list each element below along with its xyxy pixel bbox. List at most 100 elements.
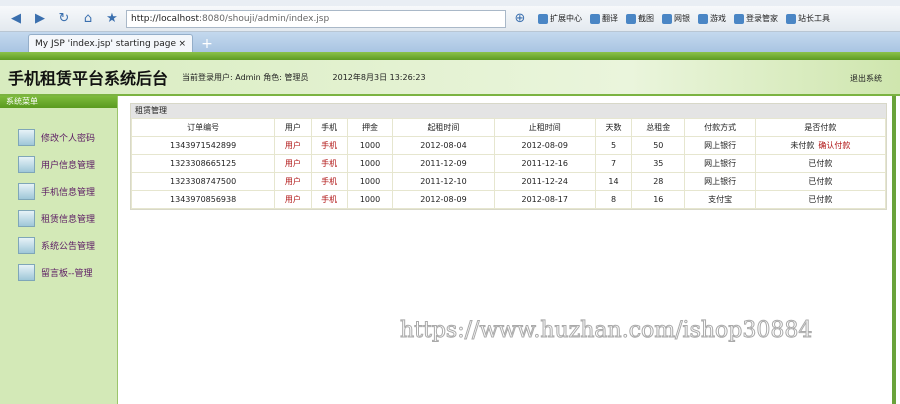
paid-status: 已付款 <box>808 195 833 204</box>
phone-link[interactable]: 手机 <box>321 159 337 168</box>
user-info: 当前登录用户: Admin 角色: 管理员 <box>182 72 309 82</box>
cell-user: 用户 <box>274 154 312 173</box>
sidebar-item-notices[interactable]: 系统公告管理 <box>18 232 117 259</box>
refresh-icon[interactable]: ↻ <box>54 10 74 28</box>
rental-table: 订单编号 用户 手机 押金 起租时间 止租时间 天数 总租金 付款方式 是否付款 13439715… <box>130 118 887 209</box>
table-row: 1343970856938 用户 手机 1000 2012-08-09 2012-08-1… <box>130 190 887 209</box>
user-link[interactable]: 用户 <box>285 141 301 150</box>
sidebar-item-rentals[interactable]: 租赁信息管理 <box>18 205 117 232</box>
forward-icon[interactable]: ▶ <box>30 10 50 28</box>
column-header: 订单编号 <box>130 118 276 137</box>
user-icon <box>18 129 35 146</box>
address-bar[interactable]: http://localhost:8080/shouji/admin/index… <box>126 9 506 28</box>
cell-days: 7 <box>594 154 633 173</box>
home-icon[interactable]: ⌂ <box>78 10 98 28</box>
cell-days: 5 <box>594 136 633 155</box>
back-icon[interactable]: ◀ <box>6 10 26 28</box>
datetime: 2012年8月3日 13:26:23 <box>332 72 426 82</box>
table-row: 1323308747500 用户 手机 1000 2011-12-10 2011-12-2… <box>130 172 887 191</box>
phone-link[interactable]: 手机 <box>321 177 337 186</box>
cell-phone: 手机 <box>310 154 348 173</box>
user-icon <box>18 156 35 173</box>
tab-bar: My JSP 'index.jsp' starting page × + <box>0 32 900 52</box>
paid-status: 未付款 <box>790 141 815 150</box>
column-header: 止租时间 <box>493 118 596 137</box>
cell-paid: 已付款 <box>754 190 887 209</box>
sidebar-heading: 系统菜单 <box>0 96 117 108</box>
page-title: 手机租赁平台系统后台 <box>8 69 169 88</box>
sidebar: 系统菜单 修改个人密码 用户信息管理 手机信息管理 租赁信息管理 系统公告管理 … <box>0 96 118 404</box>
rental-panel: 租赁管理 订单编号 用户 手机 押金 起租时间 止租时间 天数 总租金 付款方式 是否付款 134… <box>130 103 887 210</box>
user-icon <box>18 237 35 254</box>
url-path: :8080/shouji/admin/index.jsp <box>198 13 330 24</box>
cell-paid: 未付款 确认付款 <box>754 136 887 155</box>
column-header: 押金 <box>346 118 394 137</box>
shield-icon[interactable]: ⊕ <box>510 10 530 28</box>
close-icon[interactable]: × <box>178 39 186 49</box>
cell-user: 用户 <box>274 190 312 209</box>
sidebar-item-phones[interactable]: 手机信息管理 <box>18 178 117 205</box>
cell-days: 8 <box>594 190 633 209</box>
paid-status: 已付款 <box>808 177 833 186</box>
cell-phone: 手机 <box>310 190 348 209</box>
tool-games[interactable]: 游戏 <box>698 13 726 24</box>
table-row: 1343971542899 用户 手机 1000 2012-08-04 2012-08-0… <box>130 136 887 155</box>
cell-method: 支付宝 <box>684 190 756 209</box>
cell-total: 35 <box>631 154 686 173</box>
cell-user: 用户 <box>274 136 312 155</box>
tool-webmaster[interactable]: 站长工具 <box>786 13 830 24</box>
cell-total: 28 <box>631 172 686 191</box>
tool-extensions[interactable]: 扩展中心 <box>538 13 582 24</box>
table-row: 1323308665125 用户 手机 1000 2011-12-09 2011-12-1… <box>130 154 887 173</box>
paid-status: 已付款 <box>808 159 833 168</box>
phone-link[interactable]: 手机 <box>321 141 337 150</box>
browser-toolbar: ◀ ▶ ↻ ⌂ ★ http://localhost:8080/shouji/a… <box>0 6 900 32</box>
app-header: 手机租赁平台系统后台 当前登录用户: Admin 角色: 管理员 2012年8月… <box>0 60 900 96</box>
cell-deposit: 1000 <box>346 190 394 209</box>
sidebar-item-password[interactable]: 修改个人密码 <box>18 124 117 151</box>
url-host: http://localhost <box>131 13 199 24</box>
tool-banking[interactable]: 网银 <box>662 13 690 24</box>
cell-days: 14 <box>594 172 633 191</box>
confirm-payment-link[interactable]: 确认付款 <box>818 141 850 150</box>
cell-end: 2011-12-24 <box>493 172 596 191</box>
cell-end: 2012-08-17 <box>493 190 596 209</box>
tool-screenshot[interactable]: 截图 <box>626 13 654 24</box>
phone-link[interactable]: 手机 <box>321 195 337 204</box>
cell-user: 用户 <box>274 172 312 191</box>
cell-total: 16 <box>631 190 686 209</box>
cell-deposit: 1000 <box>346 136 394 155</box>
column-header: 总租金 <box>631 118 686 137</box>
column-header: 起租时间 <box>392 118 495 137</box>
cell-deposit: 1000 <box>346 172 394 191</box>
user-link[interactable]: 用户 <box>285 177 301 186</box>
tool-login-manager[interactable]: 登录管家 <box>734 13 778 24</box>
cell-paid: 已付款 <box>754 172 887 191</box>
new-tab-button[interactable]: + <box>197 36 217 52</box>
cell-start: 2011-12-10 <box>392 172 495 191</box>
cell-id: 1323308747500 <box>130 172 276 191</box>
column-header: 用户 <box>274 118 312 137</box>
star-icon[interactable]: ★ <box>102 10 122 28</box>
cell-method: 网上银行 <box>684 136 756 155</box>
tab-index[interactable]: My JSP 'index.jsp' starting page × <box>28 34 193 52</box>
user-link[interactable]: 用户 <box>285 159 301 168</box>
sidebar-item-users[interactable]: 用户信息管理 <box>18 151 117 178</box>
user-link[interactable]: 用户 <box>285 195 301 204</box>
column-header: 手机 <box>310 118 348 137</box>
cell-start: 2011-12-09 <box>392 154 495 173</box>
main-content: 租赁管理 订单编号 用户 手机 押金 起租时间 止租时间 天数 总租金 付款方式 是否付款 134… <box>119 96 896 404</box>
watermark: https://www.huzhan.com/ishop30884 <box>399 318 813 344</box>
user-icon <box>18 183 35 200</box>
sidebar-item-messages[interactable]: 留言板--管理 <box>18 259 117 286</box>
column-header: 是否付款 <box>754 118 887 137</box>
panel-title: 租赁管理 <box>131 104 886 118</box>
cell-method: 网上银行 <box>684 154 756 173</box>
top-strip <box>0 52 900 60</box>
column-header: 付款方式 <box>684 118 756 137</box>
cell-phone: 手机 <box>310 172 348 191</box>
user-icon <box>18 264 35 281</box>
logout-link[interactable]: 退出系统 <box>850 73 882 84</box>
cell-end: 2011-12-16 <box>493 154 596 173</box>
tool-translate[interactable]: 翻译 <box>590 13 618 24</box>
